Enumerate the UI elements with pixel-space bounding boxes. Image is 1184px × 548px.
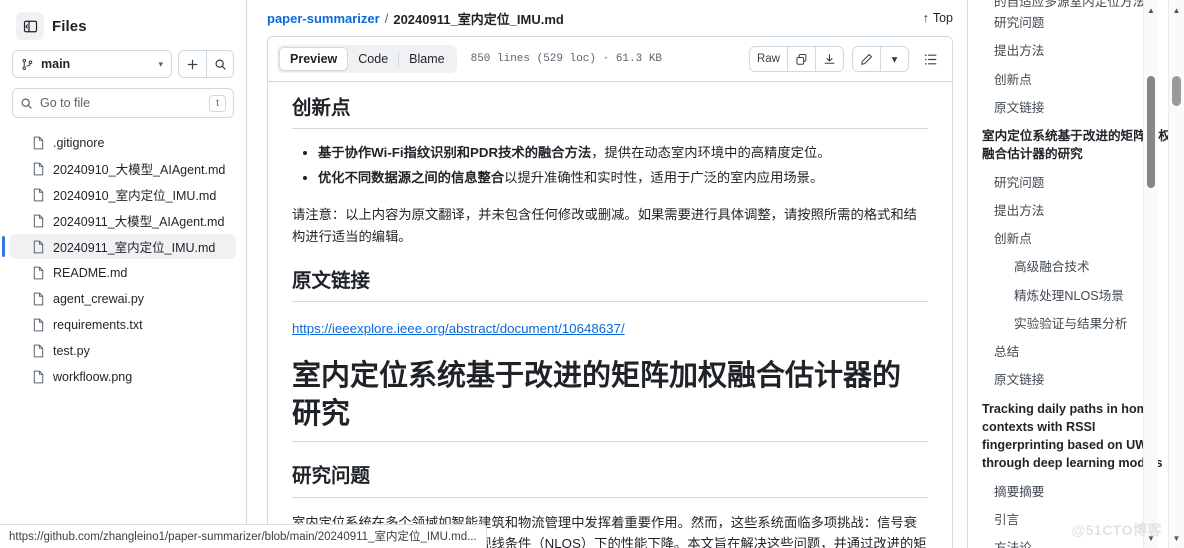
back-to-top-link[interactable]: ↑ Top [923, 11, 953, 25]
copy-icon[interactable] [788, 46, 816, 72]
list-item: 基于协作Wi-Fi指纹识别和PDR技术的融合方法，提供在动态室内环境中的高精度定… [318, 142, 928, 165]
bullet-bold-text: 基于协作Wi-Fi指纹识别和PDR技术的融合方法 [318, 145, 592, 161]
breadcrumb-file-name: 20240911_室内定位_IMU.md [393, 11, 564, 27]
file-list-item[interactable]: test.py [10, 338, 236, 363]
search-icon[interactable] [206, 50, 234, 78]
file-name: workfloow.png [53, 369, 133, 384]
file-list-item[interactable]: 20240910_大模型_AIAgent.md [10, 156, 236, 181]
file-list-item[interactable]: requirements.txt [10, 312, 236, 337]
file-icon [32, 162, 45, 176]
files-header: Files [8, 0, 238, 50]
file-name: test.py [53, 343, 90, 358]
bullet-bold-text: 优化不同数据源之间的信息整合 [318, 170, 505, 186]
file-icon [32, 292, 45, 306]
file-icon [32, 188, 45, 202]
add-file-button[interactable] [178, 50, 206, 78]
file-icon [32, 240, 45, 254]
file-icon [32, 266, 45, 280]
file-name: 20240910_室内定位_IMU.md [53, 189, 217, 203]
file-name: .gitignore [53, 135, 105, 150]
branch-name: main [41, 57, 71, 71]
page-scrollbar-thumb[interactable] [1172, 76, 1181, 106]
tab-code[interactable]: Code [348, 47, 398, 71]
file-name: 20240910_大模型_AIAgent.md [53, 163, 226, 177]
document-title: 室内定位系统基于改进的矩阵加权融合估计器的研究 [292, 358, 928, 443]
arrow-up-icon: ↑ [922, 11, 929, 25]
tab-preview[interactable]: Preview [279, 47, 349, 71]
branch-selector[interactable]: main ▾ [12, 50, 172, 78]
file-icon [32, 318, 45, 332]
file-list-item[interactable]: .gitignore [10, 130, 236, 155]
scroll-down-arrow-icon[interactable]: ▼ [1144, 531, 1158, 545]
branch-icon [21, 58, 34, 71]
files-sidebar: Files main ▾ Go to file t .gitignore 202… [0, 0, 247, 548]
translation-note: 请注意：以上内容为原文翻译，并未包含任何修改或删减。如果需要进行具体调整，请按照… [292, 207, 917, 244]
status-bar-url: https://github.com/zhangleino1/paper-sum… [0, 524, 487, 548]
file-actions: Raw ▾ [748, 46, 943, 72]
markdown-body: 自适应结构系统 创新点 基于协作Wi-Fi指纹识别和PDR技术的融合方法，提供在… [268, 83, 952, 548]
raw-copy-download-group: Raw [748, 46, 844, 72]
file-icon [32, 370, 45, 384]
raw-button[interactable]: Raw [748, 46, 788, 72]
file-list-item[interactable]: 20240910_室内定位_IMU.md [10, 182, 236, 207]
file-list-item[interactable]: workfloow.png [10, 364, 236, 389]
go-to-file-input[interactable]: Go to file t [12, 88, 234, 118]
heading-innovation: 创新点 [292, 96, 928, 130]
file-content-panel: paper-summarizer / 20240911_室内定位_IMU.md … [247, 0, 967, 548]
file-list: .gitignore 20240910_大模型_AIAgent.md 20240… [2, 130, 238, 389]
file-icon [32, 136, 45, 150]
file-list-item[interactable]: README.md [10, 260, 236, 285]
edit-dropdown-caret[interactable]: ▾ [881, 46, 909, 72]
sidebar-collapse-icon[interactable] [16, 12, 44, 40]
file-box: Preview Code Blame 850 lines (529 loc) ·… [267, 36, 953, 548]
search-icon [20, 97, 33, 110]
branch-row: main ▾ [8, 50, 238, 78]
file-name: 20240911_室内定位_IMU.md [53, 241, 216, 255]
page-scrollbar[interactable]: ▲ ▼ [1168, 0, 1184, 548]
table-of-contents: 的自适应多源室内定位方法 研究问题 提出方法 创新点 原文链接 室内定位系统基于… [967, 0, 1184, 548]
toc-scrollbar-thumb[interactable] [1147, 76, 1155, 188]
file-name: requirements.txt [53, 317, 143, 332]
file-list-item[interactable]: 20240911_大模型_AIAgent.md [10, 208, 236, 233]
breadcrumb-separator: / [384, 10, 389, 26]
file-list-item-selected[interactable]: 20240911_室内定位_IMU.md [2, 234, 236, 259]
source-link[interactable]: https://ieeexplore.ieee.org/abstract/doc… [292, 321, 625, 336]
file-name: 20240911_大模型_AIAgent.md [53, 215, 225, 229]
sidebar-actions [178, 50, 234, 78]
scroll-down-arrow-icon[interactable]: ▼ [1169, 531, 1184, 545]
files-title: Files [52, 17, 87, 35]
chevron-down-icon: ▾ [158, 58, 163, 69]
github-file-view: Files main ▾ Go to file t .gitignore 202… [0, 0, 1184, 548]
pencil-icon[interactable] [852, 46, 881, 72]
heading-research-question: 研究问题 [292, 464, 928, 498]
file-icon [32, 344, 45, 358]
file-name: agent_crewai.py [53, 291, 145, 306]
file-meta: 850 lines (529 loc) · 61.3 KB [470, 53, 663, 65]
file-list-item[interactable]: agent_crewai.py [10, 286, 236, 311]
file-toolbar: Preview Code Blame 850 lines (529 loc) ·… [268, 37, 952, 82]
list-item: 优化不同数据源之间的信息整合以提升准确性和实时性，适用于广泛的室内应用场景。 [318, 167, 928, 190]
heading-source-link: 原文链接 [292, 269, 928, 303]
go-to-file-placeholder: Go to file [40, 96, 91, 110]
go-to-file-shortcut: t [209, 94, 226, 112]
file-icon [32, 214, 45, 228]
toc-scrollbar[interactable]: ▲ ▼ [1143, 0, 1158, 548]
edit-group: ▾ [852, 46, 909, 72]
file-name: README.md [53, 265, 128, 280]
scroll-up-arrow-icon[interactable]: ▲ [1169, 3, 1184, 17]
breadcrumb-repo-link[interactable]: paper-summarizer [267, 11, 380, 26]
breadcrumb: paper-summarizer / 20240911_室内定位_IMU.md … [261, 0, 967, 36]
scroll-up-arrow-icon[interactable]: ▲ [1144, 3, 1158, 17]
tab-blame[interactable]: Blame [399, 47, 454, 71]
bullet-rest-text: 以提升准确性和实时性，适用于广泛的室内应用场景。 [504, 170, 824, 186]
download-icon[interactable] [816, 46, 844, 72]
list-outline-icon[interactable] [917, 46, 943, 72]
back-to-top-label: Top [932, 11, 953, 25]
bullet-rest-text: ，提供在动态室内环境中的高精度定位。 [591, 145, 831, 161]
view-mode-tabs: Preview Code Blame [277, 45, 457, 73]
innovation-bullet-list: 基于协作Wi-Fi指纹识别和PDR技术的融合方法，提供在动态室内环境中的高精度定… [292, 142, 928, 190]
